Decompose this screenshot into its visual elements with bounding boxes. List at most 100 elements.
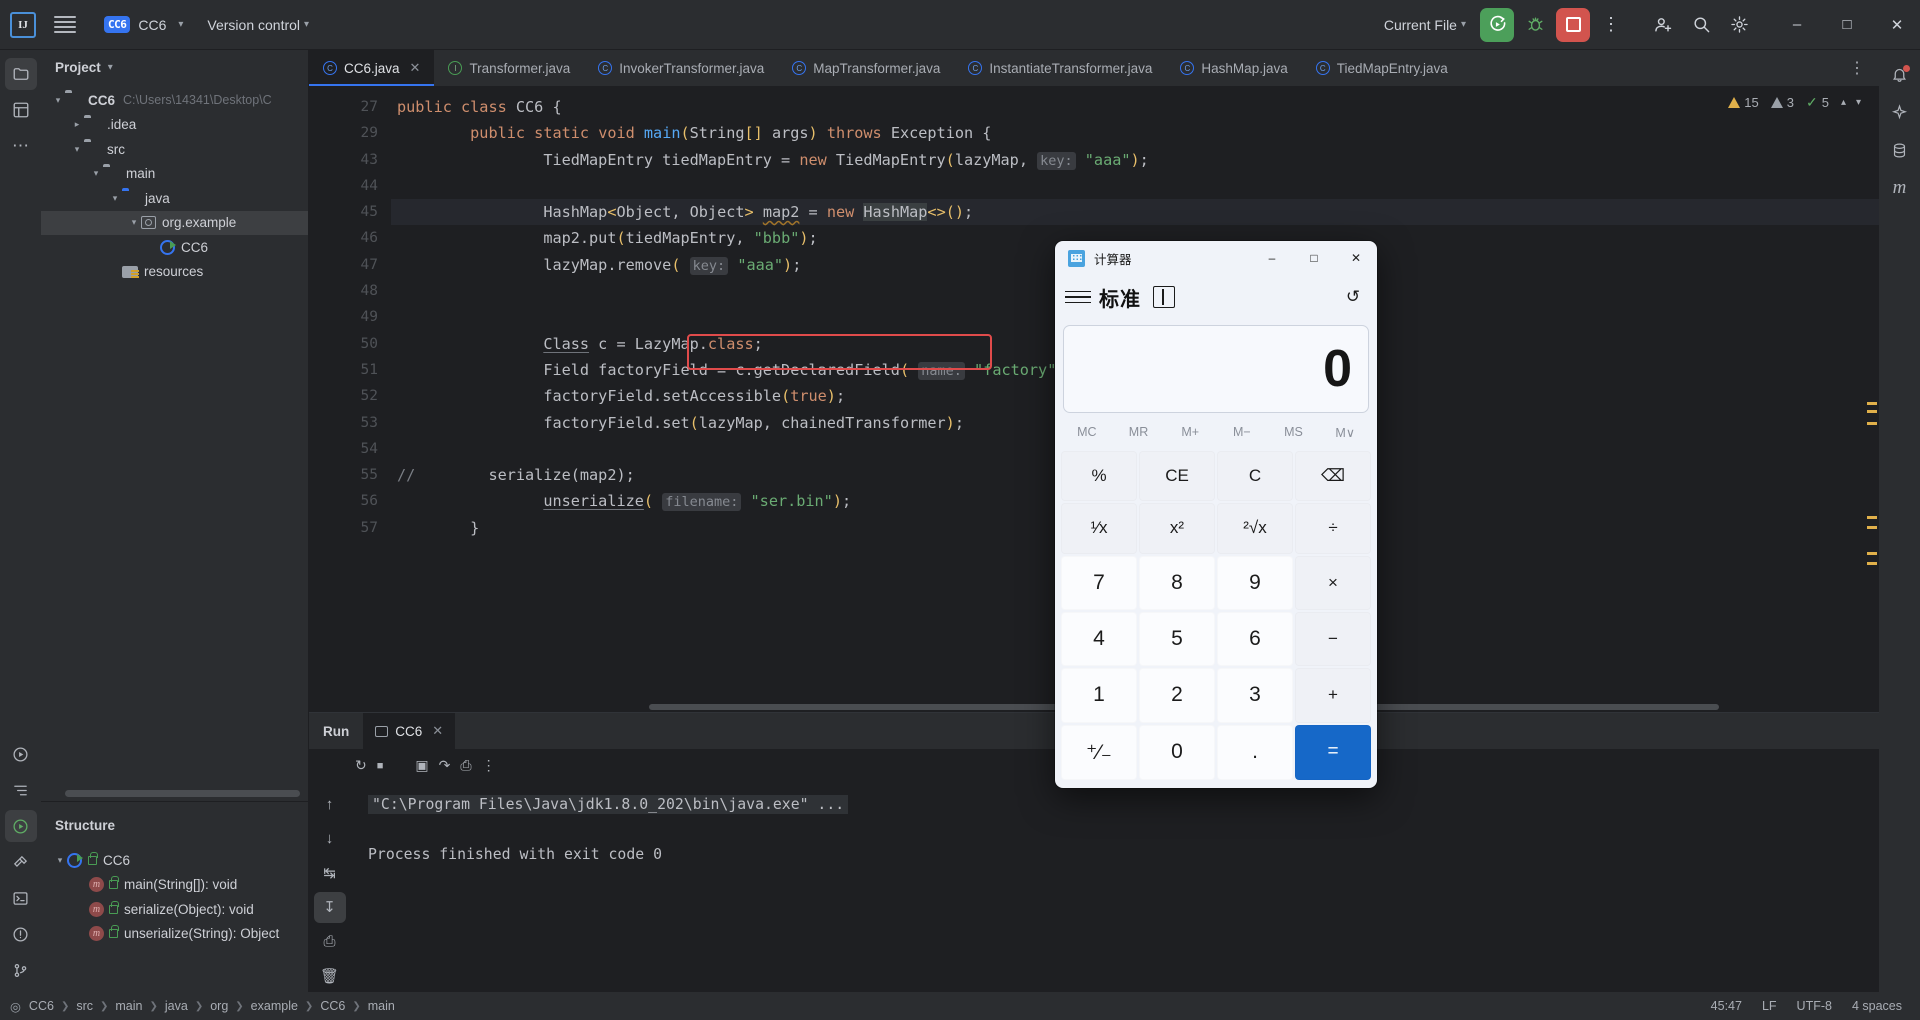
calculator-key-x[interactable]: ²√x [1217,503,1293,554]
breadcrumb-item[interactable]: CC6 [25,999,58,1013]
run-configuration-selector[interactable]: Current File ▾ [1374,12,1476,38]
rerun-icon[interactable]: ↻ [355,757,367,774]
main-menu-hamburger-icon[interactable] [54,14,76,36]
print-icon[interactable]: ⎙ [314,926,346,957]
calculator-key-9[interactable]: 9 [1217,555,1293,610]
expand-arrow-icon[interactable] [51,95,65,106]
inspection-nav[interactable]: ▴ ▾ [1841,97,1861,108]
calculator-memory-button[interactable]: M∨ [1319,415,1371,449]
keep-on-top-icon[interactable] [1153,286,1175,308]
calculator-window[interactable]: 计算器 – □ ✕ 标准 ↺ 0 MC MR M+ M− MS M∨ % CE C ⌫ ¹⁄x x²… [1055,241,1377,788]
soft-wrap-icon[interactable]: ↹ [314,857,346,888]
collapse-arrow-icon[interactable] [70,119,84,130]
calculator-memory-button[interactable]: M+ [1164,415,1216,449]
editor-tab[interactable]: C MapTransformer.java [778,50,954,86]
breadcrumb-item[interactable]: example [247,999,302,1013]
line-separator[interactable]: LF [1762,999,1777,1013]
settings-button[interactable] [1722,8,1756,42]
close-icon[interactable]: ✕ [432,723,443,739]
editor-tab[interactable]: C InvokerTransformer.java [584,50,778,86]
weak-warnings-count[interactable]: 3 [1770,95,1794,110]
project-tree[interactable]: CC6 C:\Users\14341\Desktop\C .idea srcmain j… [41,84,308,788]
calculator-key-x[interactable]: x² [1139,503,1215,554]
more-actions-button[interactable]: ⋮ [1594,8,1628,42]
calculator-close-button[interactable]: ✕ [1335,241,1377,275]
structure-tree-item[interactable]: m serialize(Object): void [41,897,308,922]
breadcrumb[interactable]: CC6 ❯ src ❯ main ❯ java ❯ org ❯ example ❯ CC6 ❯ main [25,999,399,1013]
run-panel-button[interactable] [4,810,37,842]
project-tree-item[interactable]: resources [41,260,308,285]
breadcrumb-item[interactable]: CC6 [316,999,349,1013]
expand-arrow-icon[interactable] [89,168,103,179]
structure-tree-item[interactable]: m main(String[]): void [41,873,308,898]
indent-setting[interactable]: 4 spaces [1852,999,1902,1013]
build-tool-button[interactable] [5,846,37,878]
editor-tab[interactable]: C CC6.java ✕ [309,50,435,86]
inspection-widget[interactable]: 15 3 ✓ 5 ▴ ▾ [1728,94,1861,111]
camera-icon[interactable]: ▣ [415,757,428,774]
calculator-key-1[interactable]: 1 [1061,668,1137,723]
window-minimize-button[interactable]: – [1774,0,1820,50]
more-vertical-icon[interactable]: ⋮ [482,757,496,774]
expand-arrow-icon[interactable] [53,855,67,866]
window-close-button[interactable]: ✕ [1874,0,1920,50]
passed-inspections[interactable]: ✓ 5 [1806,94,1829,111]
project-tree-item[interactable]: .idea [41,113,308,138]
calculator-key-[interactable]: + [1295,668,1371,723]
calculator-key-C[interactable]: C [1217,451,1293,502]
project-tree-item[interactable]: src [41,137,308,162]
calculator-key-8[interactable]: 8 [1139,555,1215,610]
project-tree-item[interactable]: CC6 C:\Users\14341\Desktop\C [41,88,308,113]
expand-arrow-icon[interactable] [127,217,141,228]
structure-panel-header[interactable]: Structure [41,808,308,842]
calculator-keypad[interactable]: % CE C ⌫ ¹⁄x x² ²√x ÷ 7 8 9 × 4 5 6− 1 2 3 + ⁺⁄₋ 0. = [1055,449,1377,788]
calculator-key-[interactable]: − [1295,611,1371,667]
more-tool-windows-button[interactable]: ⋯ [5,130,37,162]
code-line[interactable] [391,173,1879,199]
console-output[interactable]: "C:\Program Files\Java\jdk1.8.0_202\bin\… [350,782,1879,992]
calculator-key-0[interactable]: 0 [1139,724,1215,780]
structure-tool-button[interactable] [5,774,37,806]
scroll-down-icon[interactable]: ↓ [314,823,346,854]
project-tree-item[interactable]: org.example [41,210,308,235]
breadcrumb-item[interactable]: java [161,999,192,1013]
calculator-memory-button[interactable]: M− [1216,415,1268,449]
file-encoding[interactable]: UTF-8 [1797,999,1832,1013]
project-tree-item[interactable]: java [41,186,308,211]
calculator-key-3[interactable]: 3 [1217,668,1293,723]
run-tab[interactable]: CC6 ✕ [363,713,456,749]
structure-tree-item[interactable]: m unserialize(String): Object [41,922,308,947]
expand-arrow-icon[interactable] [70,144,84,155]
editor-tab[interactable]: C HashMap.java [1166,50,1301,86]
calculator-minimize-button[interactable]: – [1251,241,1293,275]
project-widget[interactable]: CC6 CC6 ▾ [96,12,191,37]
calculator-maximize-button[interactable]: □ [1293,241,1335,275]
terminal-tool-button[interactable] [5,882,37,914]
expand-arrow-icon[interactable] [108,193,122,204]
calculator-memory-button[interactable]: MC [1061,415,1113,449]
project-tree-item[interactable]: CC6 [41,235,308,260]
calculator-memory-button[interactable]: MS [1268,415,1320,449]
warnings-count[interactable]: 15 [1728,95,1759,110]
debug-button[interactable] [1518,8,1552,42]
stop-button[interactable] [1556,7,1590,42]
calculator-menu-icon[interactable] [1065,284,1091,310]
code-line[interactable]: TiedMapEntry tiedMapEntry = new TiedMapE… [391,147,1879,173]
breadcrumb-item[interactable]: main [364,999,399,1013]
commit-tool-button[interactable] [5,94,37,126]
editor-tab[interactable]: C TiedMapEntry.java [1302,50,1462,86]
editor-tab[interactable]: C InstantiateTransformer.java [954,50,1166,86]
calculator-key-CE[interactable]: CE [1139,451,1215,502]
code-line[interactable]: HashMap<Object, Object> map2 = new HashM… [391,199,1879,226]
code-line[interactable]: public class CC6 { [391,94,1879,120]
stop-icon[interactable]: ■ [377,760,384,772]
calculator-key-6[interactable]: 6 [1217,611,1293,667]
project-panel-header[interactable]: Project ▾ [41,50,308,84]
breadcrumb-item[interactable]: main [111,999,146,1013]
editor-tab[interactable]: I Transformer.java [434,50,584,86]
project-tree-item[interactable]: main [41,162,308,187]
code-line[interactable]: public static void main(String[] args) t… [391,120,1879,146]
calculator-key-[interactable]: ⁺⁄₋ [1061,724,1137,780]
editor-marker-bar[interactable] [1865,86,1879,712]
history-icon[interactable]: ↺ [1339,283,1367,311]
